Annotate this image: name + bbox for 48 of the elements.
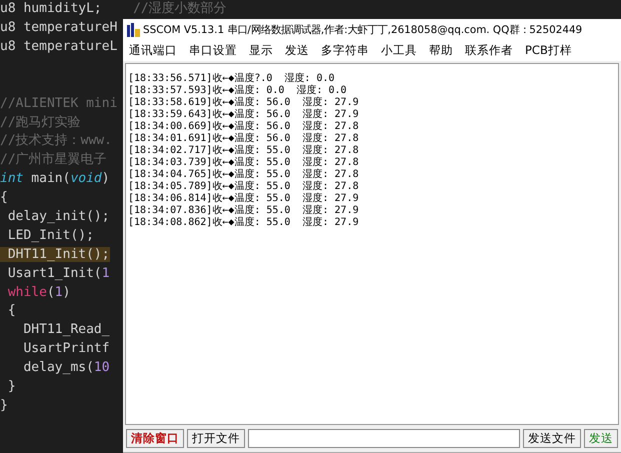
log-line: [18:33:59.643]收←◆温度: 56.0 湿度: 27.9 bbox=[128, 109, 360, 120]
code-line: int main(void) bbox=[0, 171, 110, 186]
toolbar-button[interactable]: 打开文件 bbox=[187, 429, 245, 448]
toolbar-button[interactable]: 清除窗口 bbox=[126, 429, 184, 448]
log-line: [18:34:04.765]收←◆温度: 55.0 湿度: 27.8 bbox=[128, 169, 360, 180]
code-line: Usart1_Init(1 bbox=[6, 266, 110, 281]
log-line: [18:33:57.593]收←◆温度: 0.0 湿度: 0.0 bbox=[128, 85, 348, 96]
code-line: UsartPrintf bbox=[22, 341, 110, 356]
code-line: DHT11_Read_ bbox=[22, 322, 110, 338]
code-line: u8 humidityL; //湿度小数部分 bbox=[0, 1, 227, 16]
log-line: [18:33:58.619]收←◆温度: 56.0 湿度: 27.9 bbox=[128, 97, 360, 108]
menu-item[interactable]: 联系作者 bbox=[465, 43, 513, 58]
window-title: SSCOM V5.13.1 串口/网络数据调试器,作者:大虾丁丁,2618058@qq.com. QQ群：52502449 bbox=[143, 22, 582, 37]
code-line: LED_Init(); bbox=[6, 228, 94, 243]
code-line: //ALIENTEK mini bbox=[0, 96, 118, 111]
menu-item[interactable]: 帮助 bbox=[429, 43, 453, 58]
code-line: { bbox=[6, 303, 16, 318]
code-line: u8 temperatureL bbox=[0, 38, 118, 54]
file-path-field[interactable] bbox=[248, 429, 520, 448]
log-line: [18:34:08.862]收←◆温度: 55.0 湿度: 27.9 bbox=[128, 217, 360, 230]
code-line: delay_ms(10 bbox=[22, 360, 110, 376]
code-line: { bbox=[0, 190, 8, 206]
log-line: [18:34:02.717]收←◆温度: 55.0 湿度: 27.8 bbox=[128, 145, 360, 156]
code-line: } bbox=[0, 398, 8, 413]
menu-item[interactable]: 通讯端口 bbox=[129, 43, 177, 58]
log-line: [18:34:06.814]收←◆温度: 55.0 湿度: 27.9 bbox=[128, 193, 360, 204]
menu-item[interactable]: 小工具 bbox=[381, 43, 417, 58]
log-line: [18:34:07.836]收←◆温度: 55.0 湿度: 27.9 bbox=[128, 205, 360, 216]
menu-item[interactable]: 发送 bbox=[285, 43, 309, 58]
code-line: //技术支持：www. bbox=[0, 133, 112, 148]
log-line: [18:34:01.691]收←◆温度: 56.0 湿度: 27.8 bbox=[128, 133, 360, 144]
app-logo-icon bbox=[127, 22, 140, 37]
log-line: [18:34:03.739]收←◆温度: 55.0 湿度: 27.8 bbox=[128, 157, 360, 168]
toolbar-button[interactable]: 发送文件 bbox=[523, 429, 581, 448]
menu-item[interactable]: 串口设置 bbox=[189, 43, 237, 58]
log-line: [18:34:05.789]收←◆温度: 55.0 湿度: 27.8 bbox=[128, 181, 360, 192]
toolbar-button[interactable]: 发送 bbox=[584, 429, 618, 448]
code-line: while(1) bbox=[6, 284, 70, 300]
code-line: } bbox=[6, 379, 16, 394]
code-line: u8 temperatureH bbox=[0, 20, 118, 35]
log-line: [18:33:56.571]收←◆温度?.0 湿度: 0.0 bbox=[128, 73, 336, 84]
code-line: delay_init(); bbox=[6, 209, 110, 224]
menu-item[interactable]: 多字符串 bbox=[321, 43, 369, 58]
log-line: [18:34:00.669]收←◆温度: 56.0 湿度: 27.8 bbox=[128, 121, 360, 132]
code-line: //跑马灯实验 bbox=[0, 114, 81, 130]
menu-item[interactable]: PCB打样 bbox=[525, 43, 572, 58]
code-line: //广州市星翼电子 bbox=[0, 152, 107, 168]
menu-item[interactable]: 显示 bbox=[249, 43, 273, 58]
